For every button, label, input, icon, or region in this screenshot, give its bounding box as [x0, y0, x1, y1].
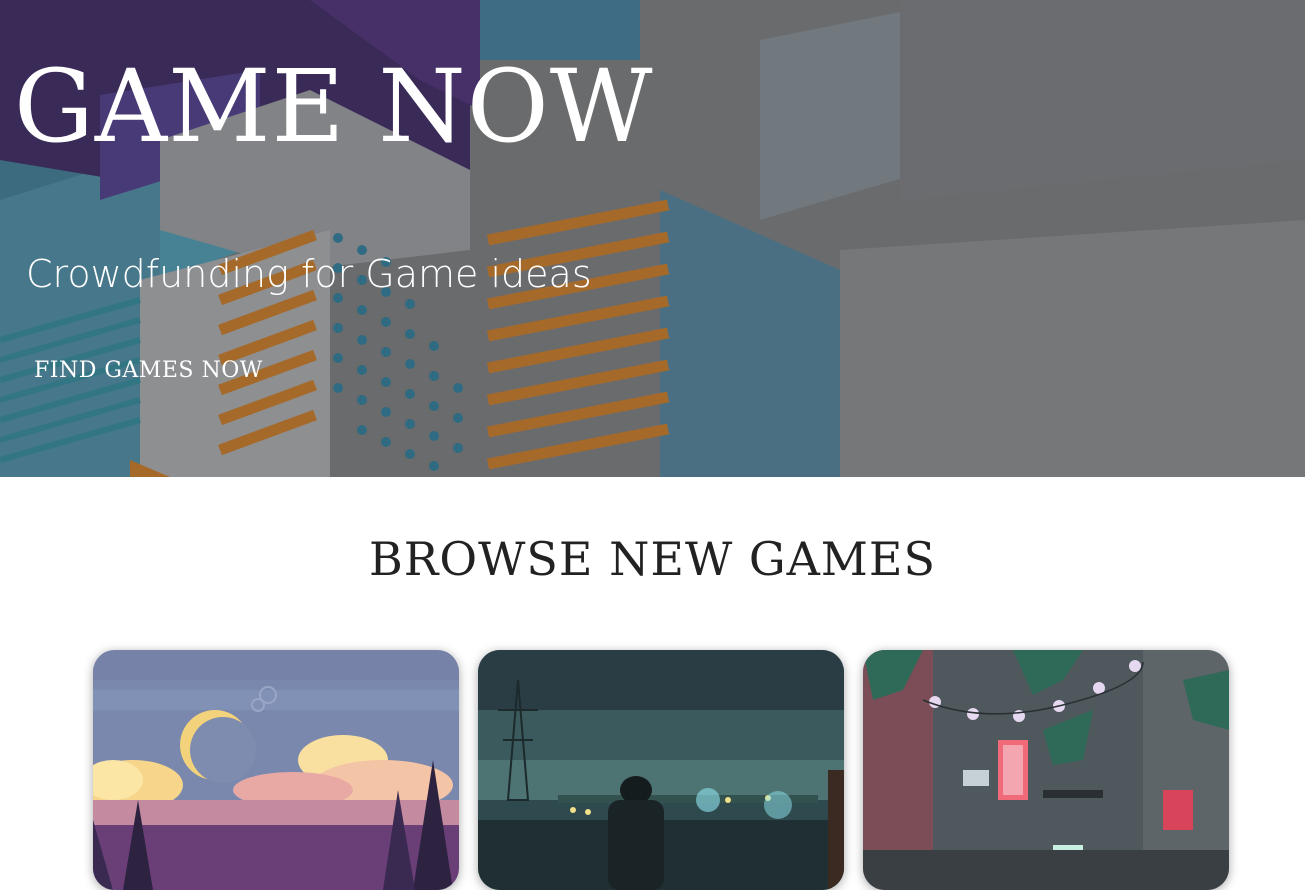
game-card-1[interactable]: [93, 650, 459, 890]
hero-title: GAME NOW: [14, 48, 654, 165]
pixel-art-street-market-image: [863, 650, 1229, 890]
browse-heading: BROWSE NEW GAMES: [368, 532, 937, 586]
pixel-art-sunset-forest-image: [93, 650, 459, 890]
pixel-art-night-city-figure-image: [478, 650, 844, 890]
hero-banner: GAME NOW Crowdfunding for Game ideas FIN…: [0, 0, 1305, 477]
hero-subtitle: Crowdfunding for Game ideas: [26, 252, 592, 296]
game-card-2[interactable]: [478, 650, 844, 890]
game-card-3[interactable]: [863, 650, 1229, 890]
find-games-button[interactable]: FIND GAMES NOW: [34, 358, 263, 383]
